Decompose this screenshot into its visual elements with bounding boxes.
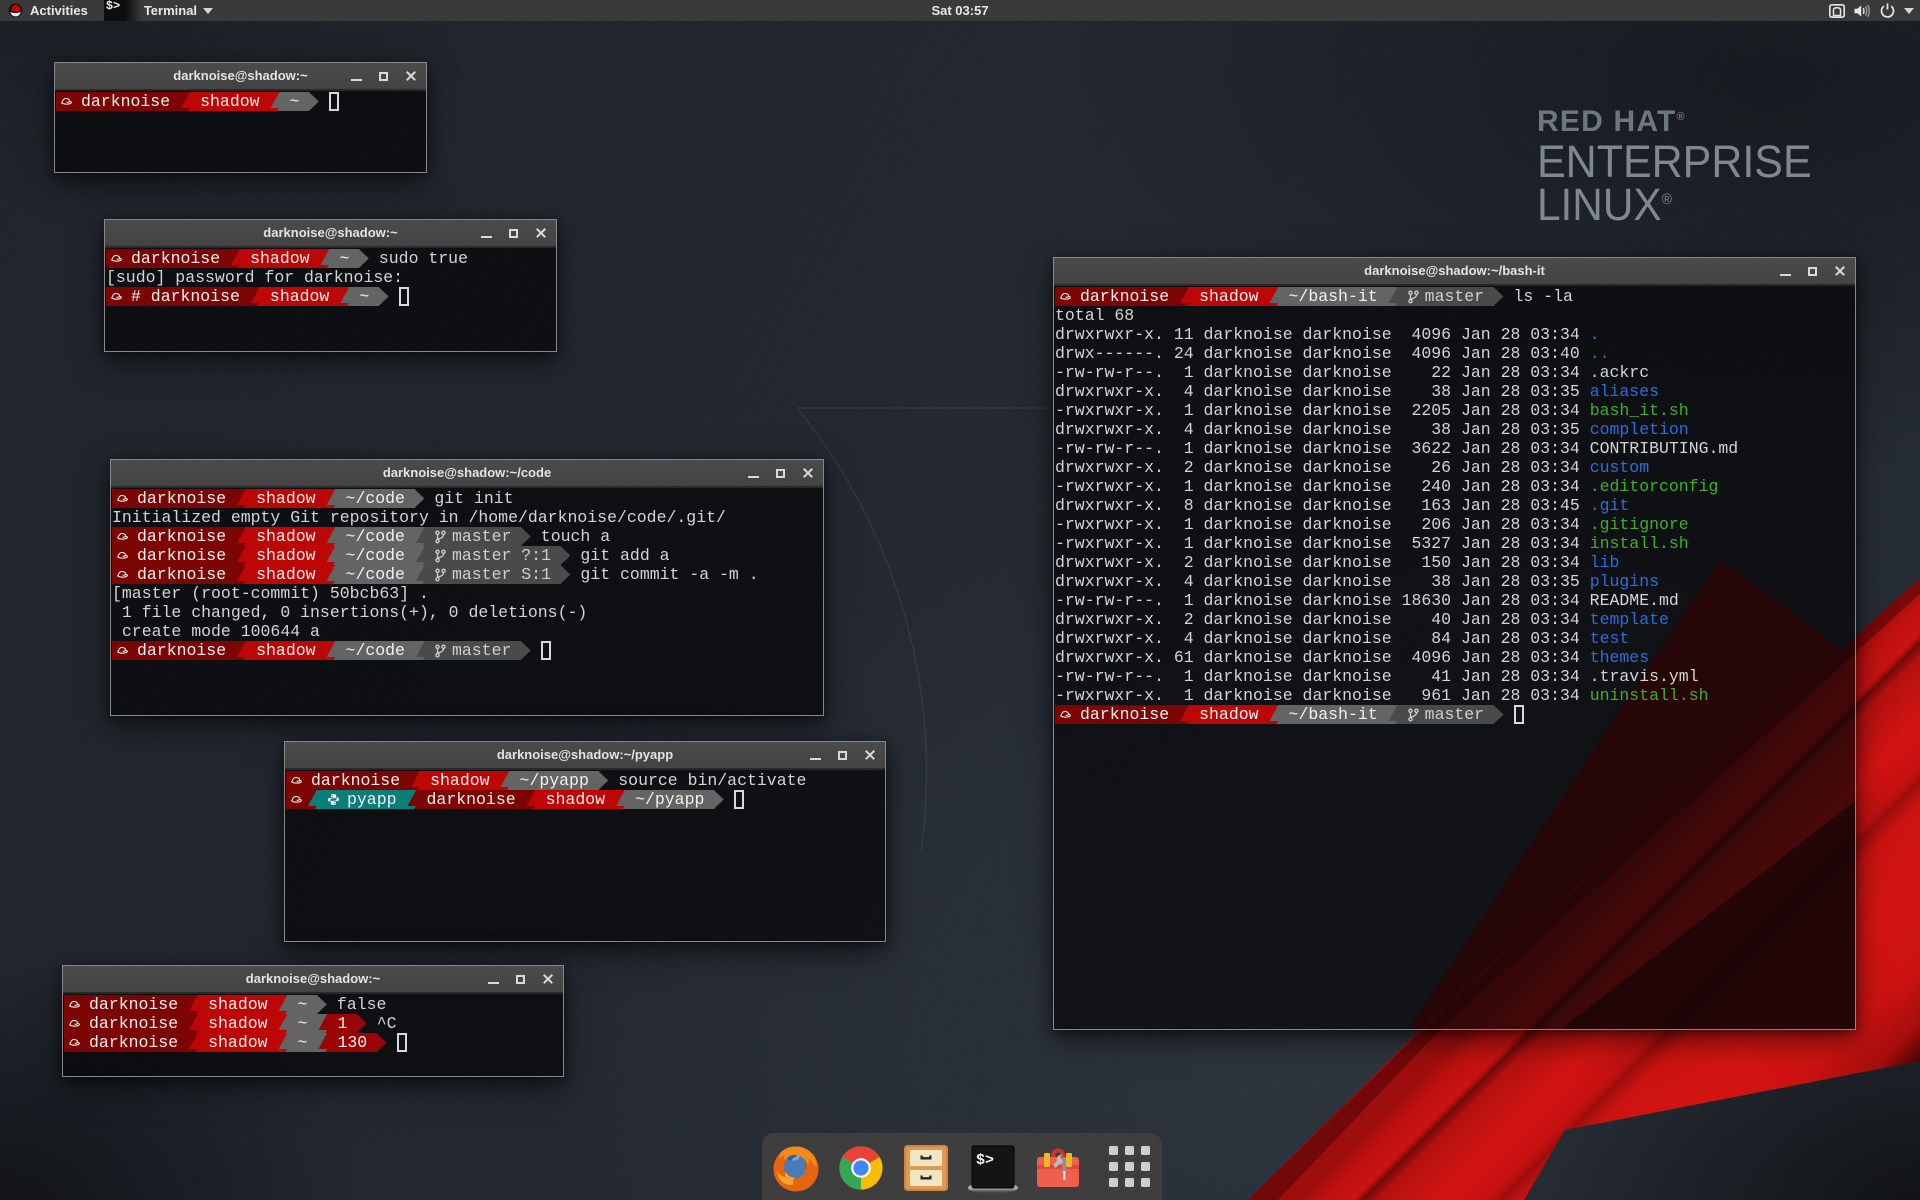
svg-text:$>: $> bbox=[976, 1152, 994, 1169]
